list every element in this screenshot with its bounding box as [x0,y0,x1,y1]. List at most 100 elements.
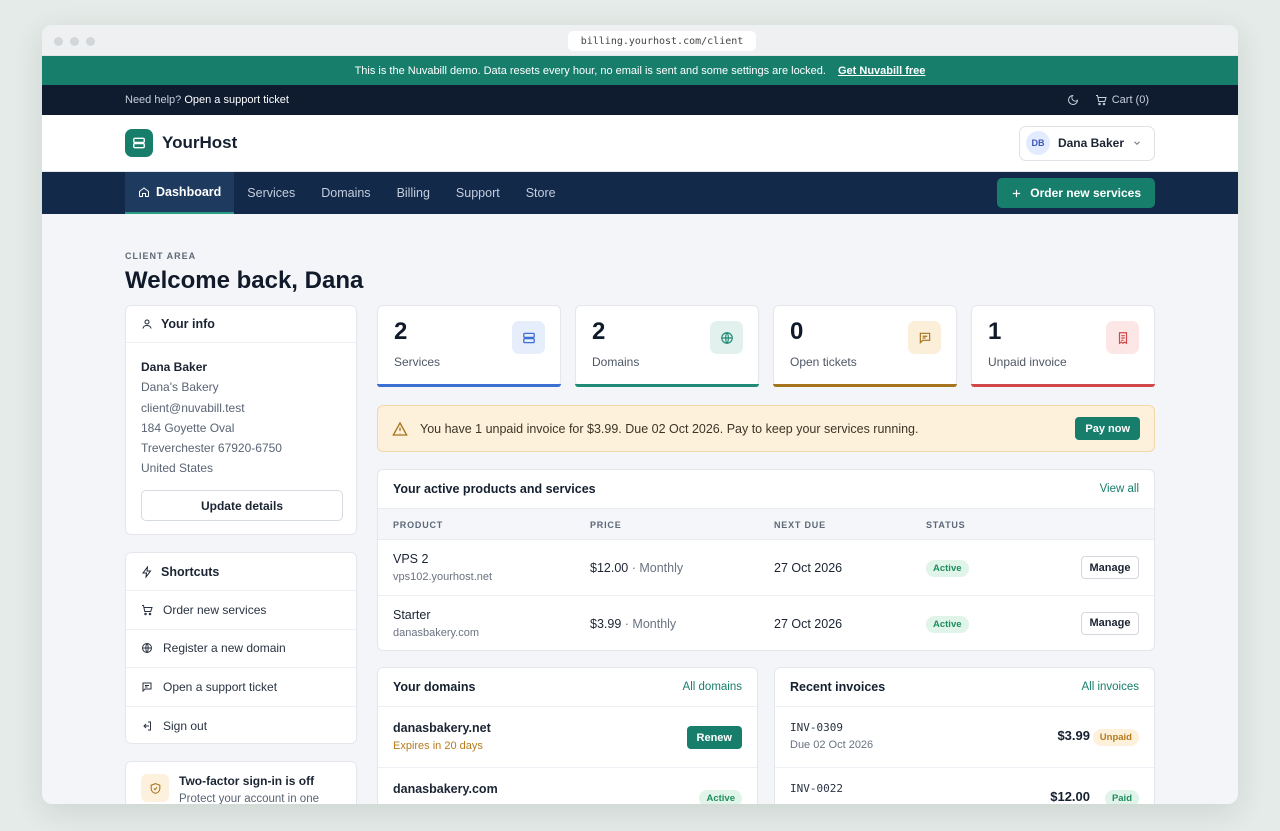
brand-name: YourHost [162,133,238,152]
invoices-title: Recent invoices [790,680,886,694]
brand-logo[interactable]: YourHost [125,129,237,157]
close-dot[interactable] [54,37,63,46]
status-badge: Active [699,790,742,804]
support-ticket-link[interactable]: Open a support ticket [184,94,289,106]
renew-button[interactable]: Renew [686,726,742,749]
nav-store[interactable]: Store [513,172,569,214]
avatar: DB [1025,131,1050,155]
contact-country: United States [141,461,214,476]
user-name: Dana Baker [1057,136,1124,150]
server-icon [512,321,545,354]
stat-accent-bar [575,384,759,387]
utility-bar: Need help? Open a support ticket Cart (0… [42,85,1238,115]
services-title: Your active products and services [393,482,596,496]
stat-domains[interactable]: 2 Domains [575,305,759,387]
help-text: Need help? Open a support ticket [125,94,289,106]
status-badge: Paid [1104,790,1139,804]
shield-icon [141,774,169,802]
shortcut-sign-out[interactable]: Sign out [126,705,356,743]
status-badge: Active [926,560,969,577]
pay-now-button[interactable]: Pay now [1075,417,1140,440]
services-card: Your active products and services View a… [377,469,1155,651]
list-item: danasbakery.com Active [378,767,757,804]
shortcut-order-services[interactable]: Order new services [126,590,356,629]
contact-address2: Treverchester 67920-6750 [141,441,282,456]
page-eyebrow: CLIENT AREA [125,251,197,261]
browser-chrome: billing.yourhost.com/client [42,25,1238,56]
plus-icon [1011,188,1022,199]
twofa-card: Two-factor sign-in is off Protect your a… [125,761,357,804]
order-new-services-button[interactable]: Order new services [997,178,1155,208]
nav-domains[interactable]: Domains [308,172,383,214]
shortcut-register-domain[interactable]: Register a new domain [126,628,356,668]
address-bar[interactable]: billing.yourhost.com/client [568,31,756,51]
status-badge: Unpaid [1092,729,1139,746]
shortcuts-title: Shortcuts [126,553,356,590]
contact-details: Dana Baker Dana's Bakery client@nuvabill… [126,343,356,479]
all-domains-link[interactable]: All domains [683,681,742,693]
stat-open-tickets[interactable]: 0 Open tickets [773,305,957,387]
table-header: PRODUCT PRICE NEXT DUE STATUS [378,508,1154,540]
update-details-button[interactable]: Update details [141,490,343,521]
list-item[interactable]: INV-0022 $12.00 Paid [775,767,1154,804]
your-info-title: Your info [126,306,356,343]
twofa-title: Two-factor sign-in is off [179,774,315,788]
sign-out-icon [141,720,153,732]
cart-icon [141,604,153,616]
nav-services[interactable]: Services [234,172,308,214]
moon-icon[interactable] [1067,94,1079,106]
stat-unpaid-invoice[interactable]: 1 Unpaid invoice [971,305,1155,387]
chat-icon [141,681,153,693]
receipt-icon [1106,321,1139,354]
contact-name: Dana Baker [141,360,208,374]
cart-link[interactable]: Cart (0) [1095,94,1149,106]
cart-icon [1095,94,1107,106]
get-nuvabill-link[interactable]: Get Nuvabill free [838,65,925,77]
twofa-subtitle: Protect your account in one [179,793,319,804]
unpaid-alert: You have 1 unpaid invoice for $3.99. Due… [377,405,1155,452]
stat-accent-bar [377,384,561,387]
chat-icon [908,321,941,354]
stat-services[interactable]: 2 Services [377,305,561,387]
contact-email: client@nuvabill.test [141,400,245,415]
your-info-card: Your info Dana Baker Dana's Bakery clien… [125,305,357,535]
contact-company: Dana's Bakery [141,380,219,395]
user-menu-button[interactable]: DB Dana Baker [1018,125,1155,161]
bolt-icon [141,565,153,578]
main-nav: Dashboard Services Domains Billing Suppo… [42,172,1238,214]
browser-window: billing.yourhost.com/client This is the … [42,25,1238,804]
main-content: CLIENT AREA Welcome back, Dana Your info… [125,240,1155,804]
demo-banner: This is the Nuvabill demo. Data resets e… [42,56,1238,85]
table-row: Starter danasbakery.com $3.99 · Monthly … [378,596,1154,651]
domains-title: Your domains [393,680,476,694]
shortcut-support-ticket[interactable]: Open a support ticket [126,667,356,706]
window-controls [54,37,95,46]
invoices-card: Recent invoices All invoices INV-0309 Du… [774,667,1155,804]
warning-icon [392,421,408,437]
nav-dashboard[interactable]: Dashboard [125,172,235,214]
list-item[interactable]: INV-0309 Due 02 Oct 2026 $3.99 Unpaid [775,706,1154,767]
demo-banner-text: This is the Nuvabill demo. Data resets e… [354,64,826,77]
stat-accent-bar [971,384,1155,387]
status-badge: Active [926,615,969,633]
nav-billing[interactable]: Billing [384,172,443,214]
domains-card: Your domains All domains danasbakery.net… [377,667,758,804]
stat-accent-bar [773,384,957,387]
list-item: danasbakery.net Expires in 20 days Renew [378,706,757,767]
view-all-link[interactable]: View all [1100,483,1139,495]
table-row: VPS 2 vps102.yourhost.net $12.00 · Month… [378,540,1154,596]
minimize-dot[interactable] [70,37,79,46]
site-header: YourHost DB Dana Baker [42,115,1238,172]
globe-icon [710,321,743,354]
zoom-dot[interactable] [86,37,95,46]
server-logo-icon [125,129,153,157]
chevron-down-icon [1132,138,1142,148]
globe-icon [141,642,153,654]
home-icon [138,186,150,198]
manage-button[interactable]: Manage [1081,611,1139,635]
nav-support[interactable]: Support [443,172,513,214]
manage-button[interactable]: Manage [1081,556,1139,579]
shortcuts-card: Shortcuts Order new services Register a … [125,552,357,744]
all-invoices-link[interactable]: All invoices [1081,681,1139,693]
alert-text: You have 1 unpaid invoice for $3.99. Due… [420,421,919,436]
